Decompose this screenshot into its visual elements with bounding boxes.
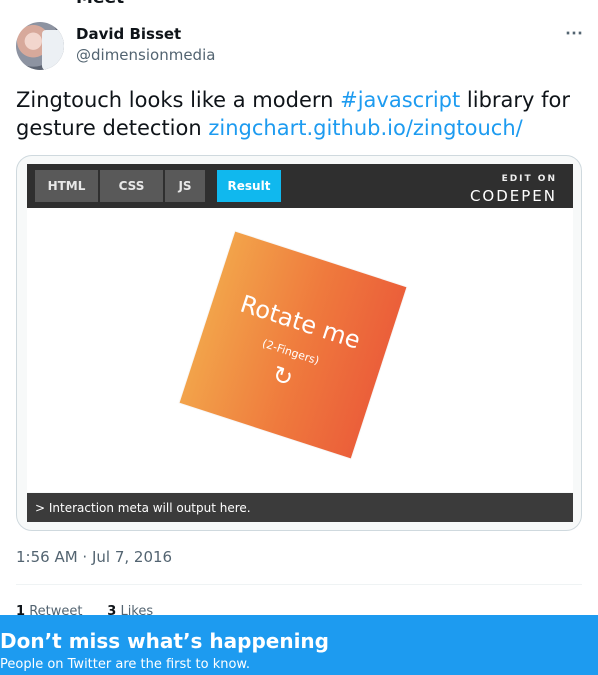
tab-result[interactable]: Result [217,170,281,202]
tab-html[interactable]: HTML [35,170,98,202]
rotate-demo-box[interactable]: Rotate me (2-Fingers) ↻ [179,231,407,459]
signup-banner: Don’t miss what’s happening People on Tw… [0,615,598,675]
tab-js[interactable]: JS [165,170,205,202]
console-output-text: > Interaction meta will output here. [35,501,251,515]
author-name[interactable]: David Bisset [76,25,181,43]
tweet-text: Zingtouch looks like a modern #javascrip… [16,86,576,142]
avatar[interactable] [16,22,64,70]
codepen-logo[interactable]: CODEPEN [470,187,557,205]
codepen-card[interactable]: HTML CSS JS Result EDIT ON CODEPEN Rotat… [16,155,582,531]
codepen-tabs: HTML CSS JS Result [35,170,281,202]
banner-title: Don’t miss what’s happening [0,629,329,653]
edit-on-label[interactable]: EDIT ON [502,174,557,184]
codepen-console: > Interaction meta will output here. [27,493,573,522]
banner-subtitle: People on Twitter are the first to know. [0,657,250,672]
top-cut-title: Meet [76,0,124,8]
more-options-icon[interactable]: ⋯ [563,22,585,44]
external-link[interactable]: zingchart.github.io/zingtouch/ [208,116,522,140]
divider [16,584,582,585]
codepen-result-area: Rotate me (2-Fingers) ↻ [27,208,573,492]
tweet-timestamp[interactable]: 1:56 AM · Jul 7, 2016 [16,548,172,566]
tweet-text-before: Zingtouch looks like a modern [16,88,341,112]
hashtag-link[interactable]: #javascript [340,88,460,112]
tab-css[interactable]: CSS [100,170,163,202]
author-handle[interactable]: @dimensionmedia [76,46,215,64]
codepen-toolbar: HTML CSS JS Result EDIT ON CODEPEN [27,164,573,208]
